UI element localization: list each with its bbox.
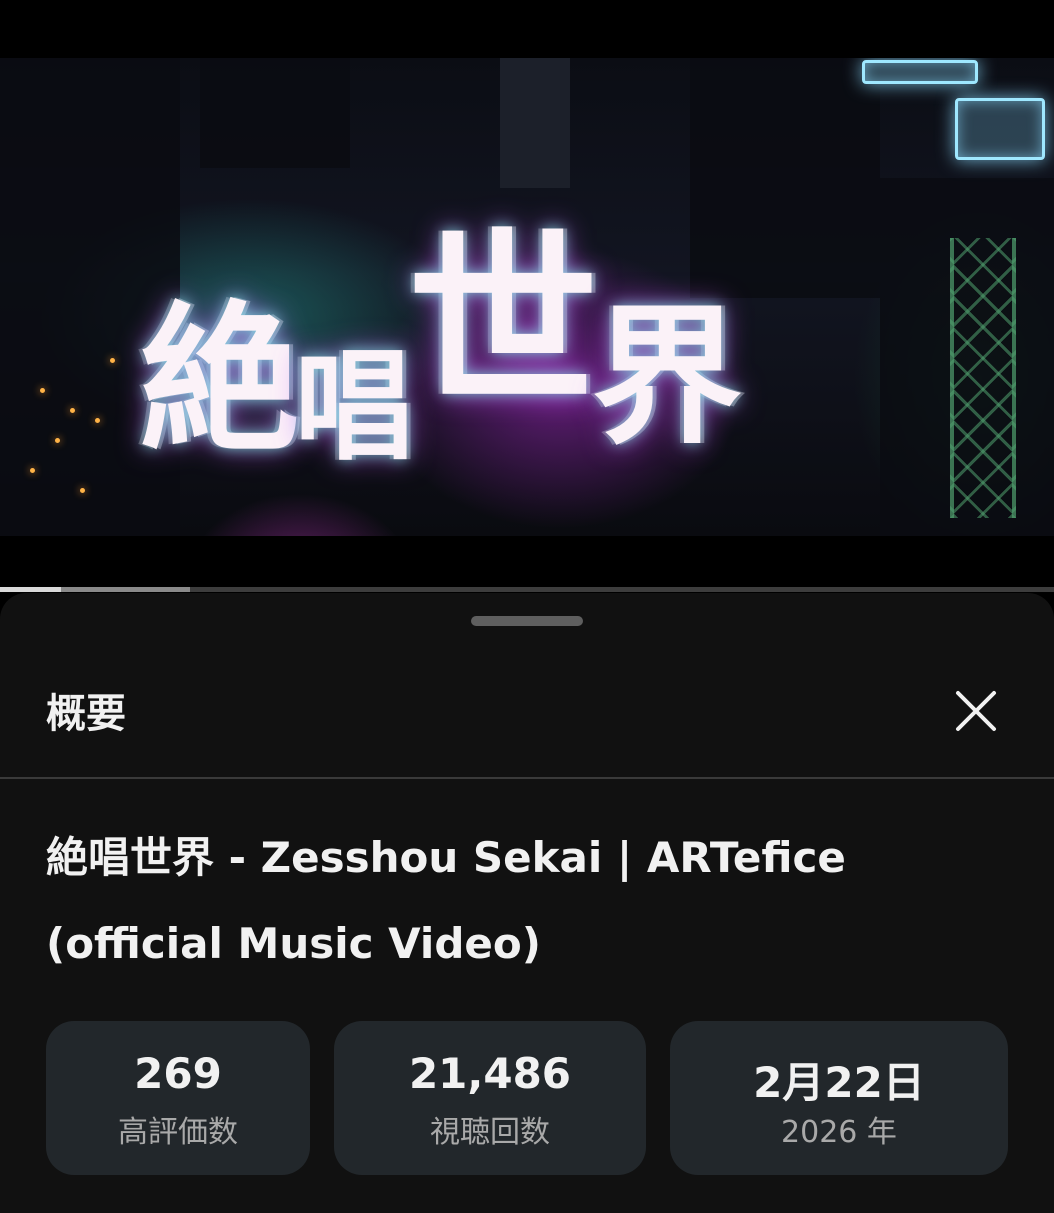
close-icon [956, 691, 996, 731]
neon-sign-right [955, 98, 1045, 160]
views-count: 21,486 [408, 1049, 572, 1098]
likes-count: 269 [134, 1049, 222, 1098]
close-button[interactable] [950, 685, 1002, 737]
views-label: 視聴回数 [430, 1115, 550, 1150]
spark [70, 408, 75, 413]
upload-date: 2月22日 [753, 1058, 925, 1107]
progress-played [0, 587, 62, 592]
spark [40, 388, 45, 393]
date-card[interactable]: 2月22日 2026 年 [670, 1021, 1008, 1175]
video-title: 絶唱世界 - Zesshou Sekai | ARTefice (officia… [46, 833, 846, 968]
likes-label: 高評価数 [118, 1115, 238, 1150]
upload-year: 2026 年 [781, 1115, 897, 1150]
divider [0, 777, 1054, 779]
building-balcony [200, 58, 350, 168]
drag-handle[interactable] [471, 616, 583, 626]
description-sheet: 概要 絶唱世界 - Zesshou Sekai | ARTefice (offi… [0, 593, 1054, 1213]
lattice-tower [950, 238, 1016, 518]
spark [30, 468, 35, 473]
likes-card[interactable]: 269 高評価数 [46, 1021, 310, 1175]
spark [110, 358, 115, 363]
spark [95, 418, 100, 423]
spark [55, 438, 60, 443]
progress-bar[interactable] [0, 587, 1054, 592]
neon-sign-top [862, 60, 978, 84]
spark [80, 488, 85, 493]
sheet-title: 概要 [46, 691, 126, 737]
video-player[interactable]: 絶唱世界 [0, 0, 1054, 593]
thumbnail-title: 絶唱世界 [140, 210, 742, 477]
video-frame[interactable]: 絶唱世界 [0, 58, 1054, 536]
views-card[interactable]: 21,486 視聴回数 [334, 1021, 646, 1175]
